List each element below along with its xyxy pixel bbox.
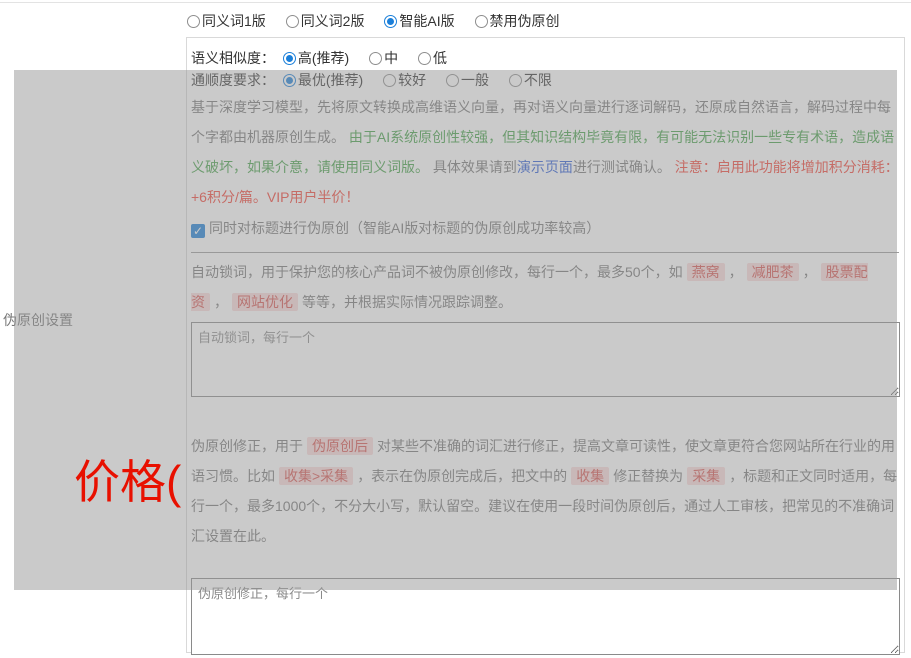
ai-desc-demo-pre: 具体效果请到 [433,159,517,175]
radio-label: 不限 [524,72,552,88]
lock-words-after: 等等，并根据实际情况跟踪调整。 [302,294,512,310]
row-label-pseudo-settings: 伪原创设置 [3,310,73,330]
title-pseudo-row: ✓ 同时对标题进行伪原创（智能AI版对标题的伪原创成功率较高） [191,218,899,240]
radio-fluency-good[interactable]: 较好 [383,70,426,90]
radio-label: 低 [433,50,447,66]
radio-icon[interactable] [446,74,459,87]
radio-label: 最优(推荐) [298,72,363,88]
radio-synonym-v2[interactable]: 同义词2版 [286,11,365,31]
title-pseudo-checkbox[interactable]: ✓ [191,224,205,238]
radio-icon[interactable] [418,52,431,65]
separator: ， [214,294,228,310]
version-radio-group: 同义词1版 同义词2版 智能AI版 禁用伪原创 [0,2,911,37]
radio-icon[interactable] [509,74,522,87]
radio-smart-ai[interactable]: 智能AI版 [384,11,454,31]
radio-similarity-low[interactable]: 低 [418,48,447,68]
ai-desc-demo-post: 进行测试确认。 [573,159,675,175]
fluency-label: 通顺度要求： [191,72,275,88]
radio-label: 较好 [398,72,426,88]
radio-fluency-normal[interactable]: 一般 [446,70,489,90]
correction-example: 伪原创后 [307,437,373,455]
lock-words-textarea[interactable] [191,322,900,397]
radio-selected-icon[interactable] [283,74,296,87]
radio-label: 禁用伪原创 [490,13,560,29]
radio-label: 同义词2版 [301,13,365,29]
radio-fluency-unlimited[interactable]: 不限 [509,70,552,90]
separator: ， [729,264,743,280]
correction-example: 收集 [571,467,609,485]
pseudo-original-settings-page: 同义词1版 同义词2版 智能AI版 禁用伪原创 语义相似度： 高(推荐) 中 低… [0,2,911,658]
radio-icon[interactable] [383,74,396,87]
settings-panel: 语义相似度： 高(推荐) 中 低 通顺度要求： 最优(推荐) 较好 一般 不限 … [186,37,905,653]
radio-icon[interactable] [187,15,200,28]
section-divider [191,252,899,253]
title-pseudo-label: 同时对标题进行伪原创（智能AI版对标题的伪原创成功率较高） [209,220,600,236]
semantic-similarity-row: 语义相似度： 高(推荐) 中 低 [191,38,899,64]
lock-word-example: 网站优化 [232,293,298,311]
radio-disable-pseudo[interactable]: 禁用伪原创 [475,11,560,31]
radio-label: 智能AI版 [399,13,454,29]
radio-label: 高(推荐) [298,50,349,66]
radio-label: 中 [384,50,398,66]
radio-similarity-high[interactable]: 高(推荐) [283,48,349,68]
lock-words-description: 自动锁词，用于保护您的核心产品词不被伪原创修改，每行一个，最多50个，如燕窝，减… [191,257,899,317]
correction-example: 采集 [687,467,725,485]
radio-fluency-best[interactable]: 最优(推荐) [283,70,363,90]
price-overlay-text: 价格( [74,446,181,512]
radio-label: 一般 [461,72,489,88]
correction-description: 伪原创修正，用于伪原创后对某些不准确的词汇进行修正，提高文章可读性，使文章更符合… [191,431,899,551]
correction-textarea[interactable] [191,578,900,655]
radio-selected-icon[interactable] [283,52,296,65]
lock-words-before: 自动锁词，用于保护您的核心产品词不被伪原创修改，每行一个，最多50个，如 [191,264,683,280]
lock-word-example: 燕窝 [687,263,725,281]
radio-label: 同义词1版 [202,13,266,29]
correction-example: 收集>采集 [279,467,353,485]
radio-icon[interactable] [369,52,382,65]
correction-seg: 修正替换为 [613,468,683,484]
correction-seg: 伪原创修正，用于 [191,438,303,454]
lock-word-example: 减肥茶 [747,263,799,281]
radio-synonym-v1[interactable]: 同义词1版 [187,11,266,31]
radio-icon[interactable] [286,15,299,28]
radio-icon[interactable] [475,15,488,28]
radio-selected-icon[interactable] [384,15,397,28]
semantic-similarity-label: 语义相似度： [191,50,275,66]
separator: ， [803,264,817,280]
radio-similarity-mid[interactable]: 中 [369,48,398,68]
demo-page-link[interactable]: 演示页面 [517,159,573,175]
ai-description: 基于深度学习模型，先将原文转换成高维语义向量，再对语义向量进行逐词解码，还原成自… [191,92,899,212]
correction-seg: ，表示在伪原创完成后，把文中的 [357,468,567,484]
